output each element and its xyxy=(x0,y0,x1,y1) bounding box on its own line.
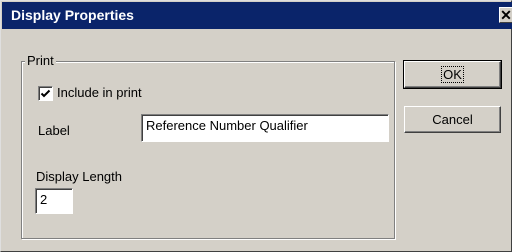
include-in-print-checkbox[interactable] xyxy=(38,86,53,101)
cancel-button-label: Cancel xyxy=(432,112,473,127)
ok-button[interactable]: OK xyxy=(403,60,502,89)
close-icon: ✕ xyxy=(500,7,512,23)
title-bar[interactable]: Display Properties ✕ xyxy=(2,2,512,29)
ok-button-label: OK xyxy=(441,66,464,83)
dialog-title: Display Properties xyxy=(11,7,134,23)
checkmark-icon xyxy=(40,89,51,98)
label-input[interactable]: Reference Number Qualifier xyxy=(141,114,389,142)
label-field-label: Label xyxy=(38,123,70,138)
print-group-label: Print xyxy=(25,53,56,68)
display-length-label: Display Length xyxy=(36,169,122,184)
close-button[interactable]: ✕ xyxy=(499,7,512,23)
include-in-print-label[interactable]: Include in print xyxy=(57,85,142,100)
display-length-input[interactable]: 2 xyxy=(35,188,73,214)
cancel-button[interactable]: Cancel xyxy=(404,106,501,133)
display-properties-dialog: Display Properties ✕ Print Include in pr… xyxy=(0,0,512,252)
